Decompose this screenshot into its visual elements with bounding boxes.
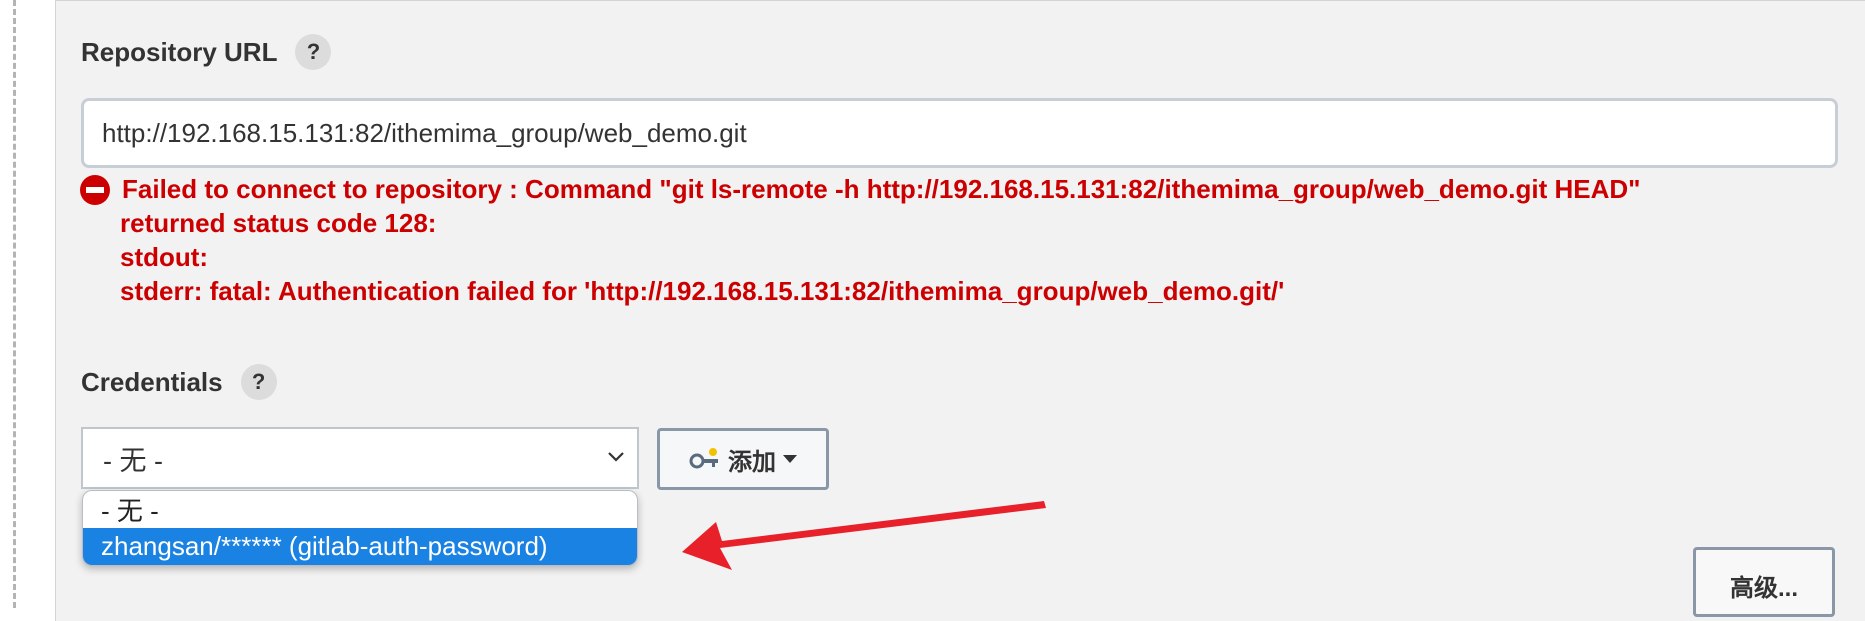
arrow-annotation xyxy=(682,501,1046,570)
advanced-button[interactable]: 高级... xyxy=(1693,547,1835,617)
